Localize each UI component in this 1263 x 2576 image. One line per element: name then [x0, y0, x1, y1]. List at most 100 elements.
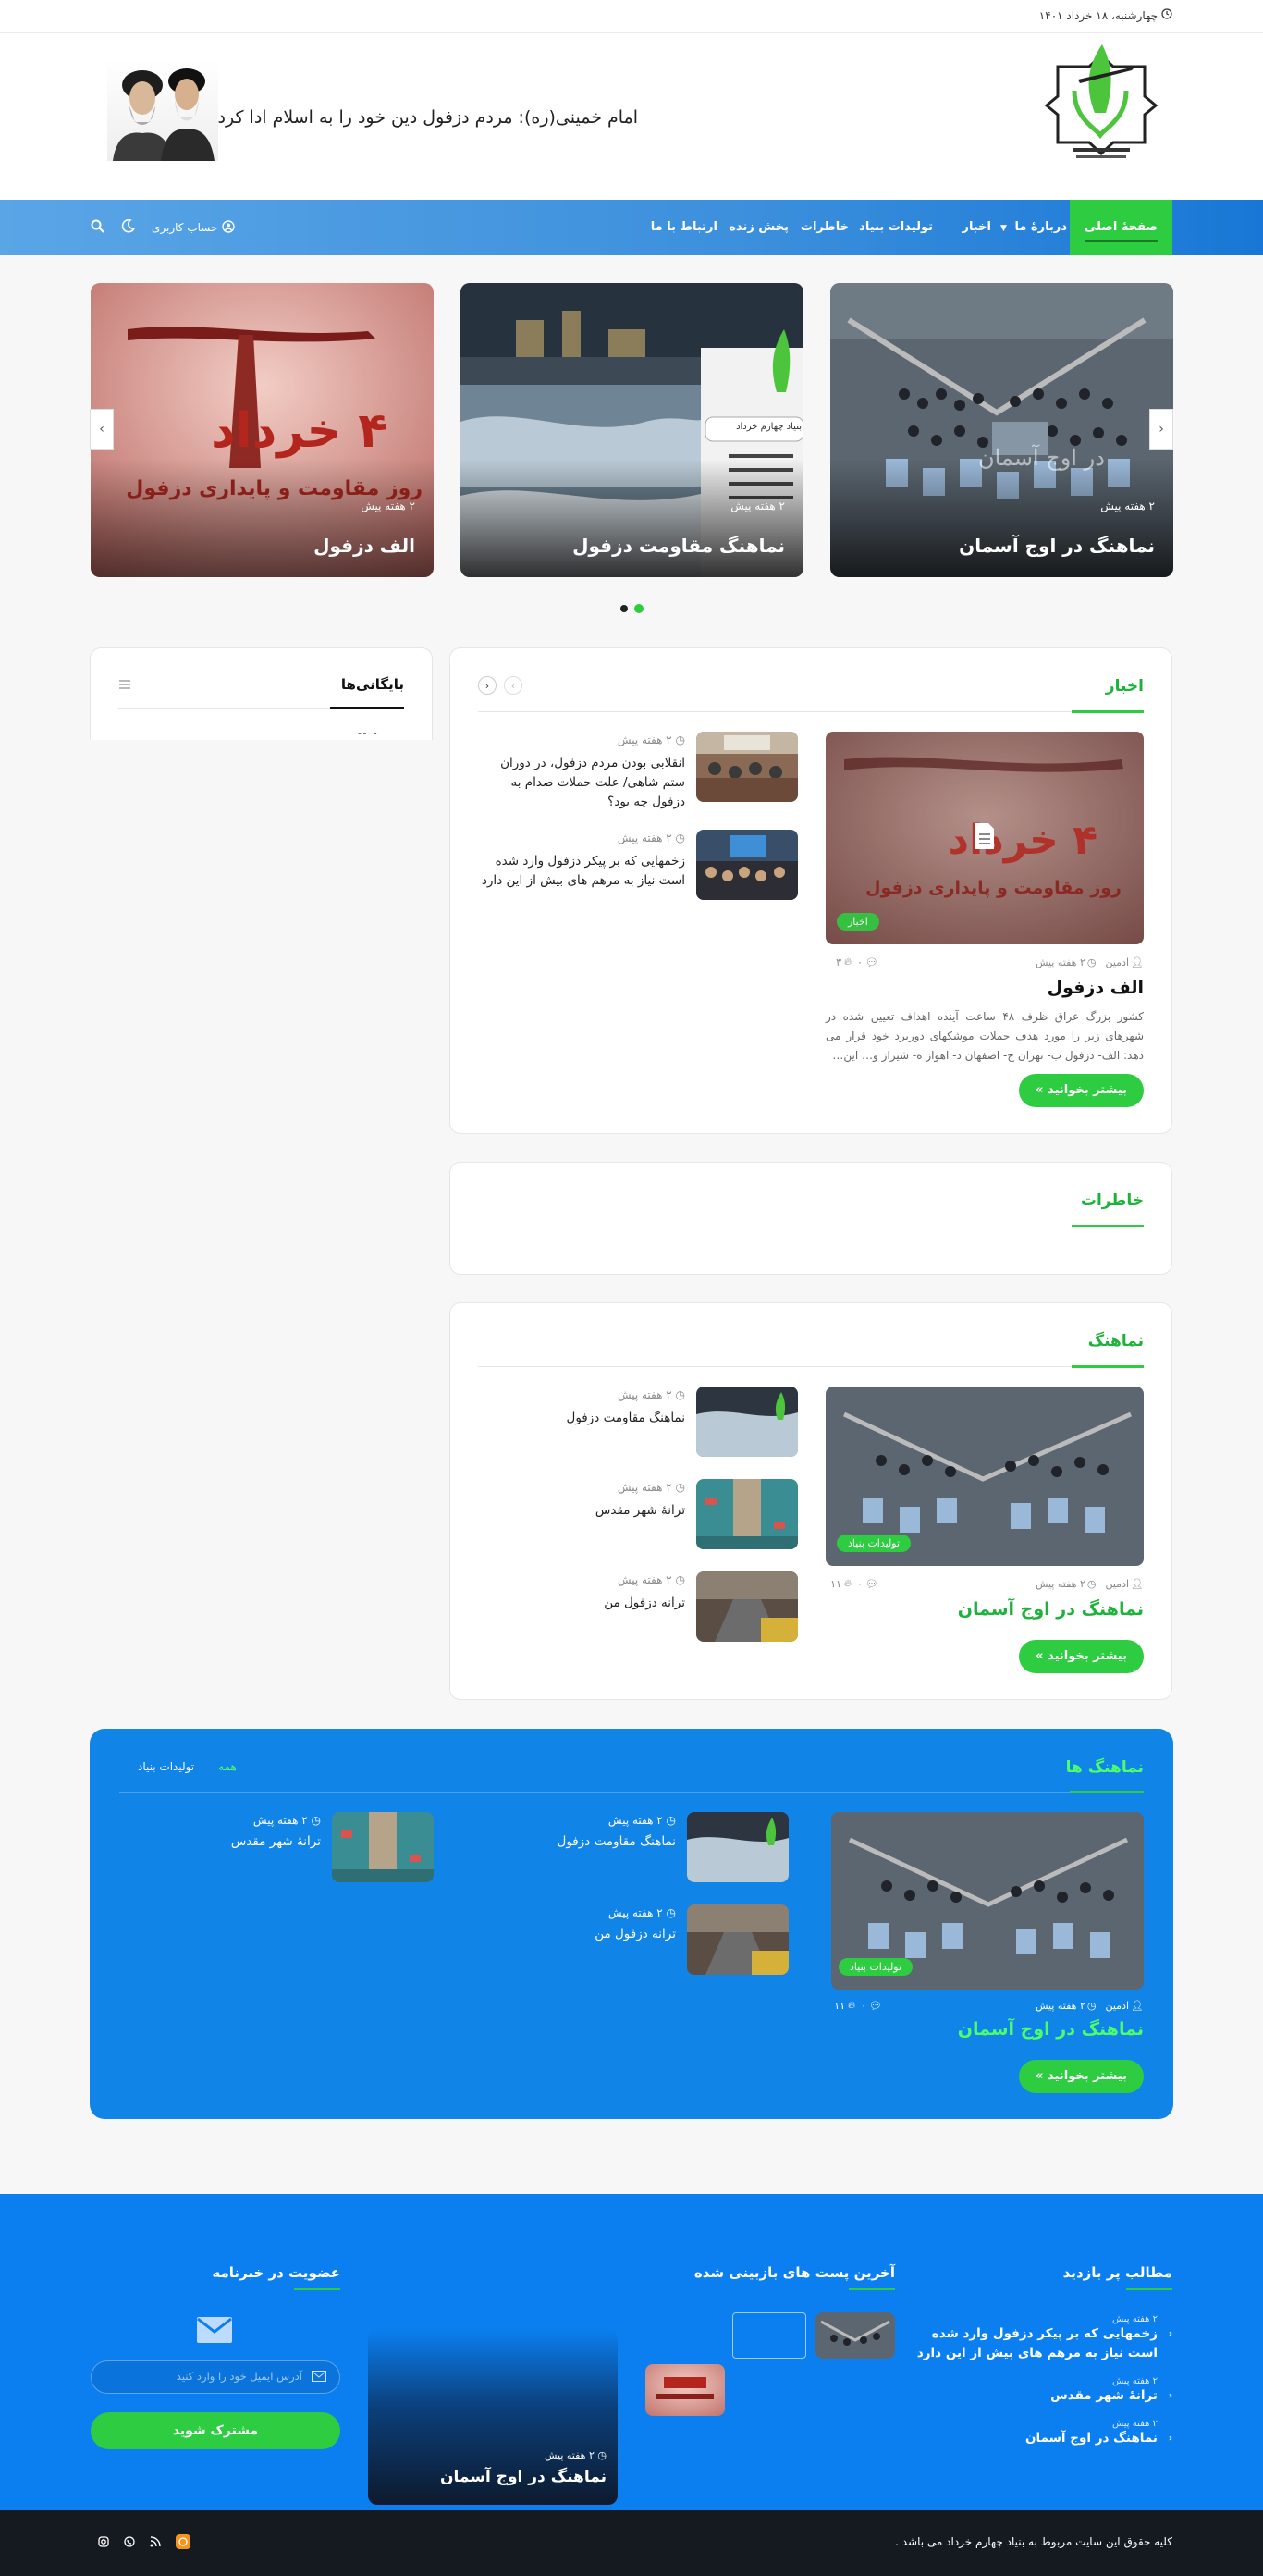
nav-memories[interactable]: خاطرات	[801, 200, 849, 255]
popular-item-3[interactable]: ۲ هفته پیش ‹ نماهنگ در اوج آسمان	[914, 2419, 1172, 2448]
clips-block-main-badge[interactable]: تولیدات بنیاد	[839, 1958, 914, 1976]
popular-item-2[interactable]: ۲ هفته پیش ‹ ترانهٔ شهر مقدس	[914, 2376, 1172, 2406]
dark-mode-icon[interactable]	[121, 218, 136, 237]
telegram-icon[interactable]	[176, 2534, 190, 2553]
site-logo[interactable]	[1041, 39, 1161, 168]
nav-home[interactable]: صفحهٔ اصلی	[1069, 200, 1172, 255]
slide-1[interactable]: در اوج آسمان ۲ هفته پیش نماهنگ در اوج آس…	[830, 283, 1173, 577]
clip-item-1-title[interactable]: نماهنگ مقاومت دزفول	[480, 1409, 685, 1428]
news-item-1-thumb[interactable]	[696, 732, 798, 802]
slide-2[interactable]: بنیاد چهارم خرداد ۲ هفته پیش نماهنگ مقاو…	[460, 283, 803, 577]
popular-item-1[interactable]: ۲ هفته پیش ‹ زخمهایی که بر پیکر دزفول وار…	[914, 2314, 1172, 2363]
clip-main-badge[interactable]: تولیدات بنیاد	[837, 1535, 912, 1552]
slide-2-title[interactable]: نماهنگ مقاومت دزفول	[572, 535, 785, 557]
nav-contact[interactable]: ارتباط با ما	[651, 200, 717, 255]
newsletter-subscribe-button[interactable]: مشترک شوید	[91, 2412, 340, 2449]
news-item-2-thumb[interactable]	[696, 830, 798, 900]
news-item-2-title[interactable]: زخمهایی که بر پیکر دزفول وارد شده است نی…	[480, 852, 685, 891]
clip-title[interactable]: نماهنگ	[1088, 1332, 1144, 1350]
recent-thumb-2[interactable]	[732, 2312, 806, 2359]
archive-title: بایگانی‌ها	[340, 676, 404, 693]
news-main-title[interactable]: الف دزفول	[1048, 978, 1144, 998]
chevron-right-icon: ›	[1159, 422, 1164, 437]
whatsapp-icon[interactable]	[124, 2536, 135, 2551]
clips-block-item-1-thumb[interactable]	[687, 1812, 789, 1882]
clips-block-main-image[interactable]: تولیدات بنیاد	[831, 1812, 1144, 1990]
chevron-left-icon: ‹	[1168, 2434, 1172, 2444]
news-main-image[interactable]: ۴ خرداد روز مقاومت و پایداری دزفول اخبار	[826, 732, 1144, 944]
nav-live[interactable]: پخش زنده	[729, 200, 789, 255]
clip-main-likes: ۱۱	[830, 1577, 841, 1590]
news-title[interactable]: اخبار	[1106, 677, 1144, 696]
tab-products[interactable]: تولیدات بنیاد	[138, 1760, 194, 1773]
clip-item-3-title[interactable]: ترانه دزفول من	[480, 1594, 685, 1613]
clips-block-item-3-thumb[interactable]	[332, 1812, 434, 1882]
slide-3-title[interactable]: الف دزفول	[313, 535, 415, 557]
clips-block-more-button[interactable]: بیشتر بخوانید »	[1019, 2060, 1144, 2093]
featured-card[interactable]: ◷ ۲ هفته پیش نماهنگ در اوج آسمان	[368, 2329, 618, 2505]
recent-thumb-3[interactable]	[645, 2364, 725, 2416]
clip-item-2-title[interactable]: ترانهٔ شهر مقدس	[480, 1501, 685, 1521]
news-item-1-title[interactable]: انقلابی بودن مردم دزفول، در دوران ستم شا…	[480, 754, 685, 812]
clip-more-button[interactable]: بیشتر بخوانید »	[1019, 1640, 1144, 1673]
nav-products[interactable]: تولیدات بنیاد	[859, 200, 933, 255]
rss-icon[interactable]	[150, 2536, 161, 2551]
clip-main-image[interactable]: تولیدات بنیاد	[826, 1387, 1144, 1566]
fire-icon: 🔥︎	[848, 1999, 856, 2011]
instagram-icon[interactable]	[98, 2536, 109, 2551]
clock-icon: ◷	[307, 1814, 321, 1827]
news-main-badge[interactable]: اخبار	[837, 913, 879, 931]
memories-title[interactable]: خاطرات	[1081, 1191, 1144, 1210]
clips-block-item-2-thumb[interactable]	[687, 1904, 789, 1975]
nav-news[interactable]: اخبار	[963, 200, 992, 255]
account-link[interactable]: حساب کاربری	[152, 219, 236, 236]
slide-3[interactable]: ۴ خرداد روز مقاومت و پایداری دزفول ۲ هفت…	[91, 283, 434, 577]
featured-time: ◷ ۲ هفته پیش	[545, 2449, 607, 2461]
news-more-button[interactable]: بیشتر بخوانید »	[1019, 1074, 1144, 1107]
chevron-left-icon: ‹	[1168, 2391, 1172, 2401]
slider-prev-button[interactable]: ‹	[90, 409, 114, 450]
slide-2-time: ۲ هفته پیش	[730, 499, 785, 512]
clips-block-item-1-time: ◷ ۲ هفته پیش	[608, 1814, 676, 1827]
pager-next-button[interactable]: ‹	[504, 676, 522, 695]
clips-block-main-likes: ۱۱	[834, 1999, 845, 2012]
popular-item-1-title-text: زخمهایی که بر پیکر دزفول وارد شده است نی…	[916, 2326, 1158, 2360]
footer: مطالب پر بازدید ۲ هفته پیش ‹ زخمهایی که ب…	[0, 2194, 1263, 2510]
slider-dot[interactable]	[620, 605, 628, 612]
clips-block-item-3-title[interactable]: ترانهٔ شهر مقدس	[191, 1832, 321, 1852]
popular-item-3-time: ۲ هفته پیش	[1112, 2419, 1158, 2429]
clip-main-title[interactable]: نماهنگ در اوج آسمان	[958, 1599, 1144, 1620]
account-label: حساب کاربری	[152, 221, 218, 234]
search-icon[interactable]	[91, 219, 104, 237]
nav-about[interactable]: دربارهٔ ما ▼	[1000, 200, 1067, 255]
slider-dot-active[interactable]	[634, 604, 644, 613]
clips-block: نماهنگ ها همه تولیدات بنیاد تولیدات بنیا…	[90, 1729, 1173, 2119]
clips-block-item-2-title[interactable]: ترانه دزفول من	[491, 1925, 676, 1944]
news-item-1-time: ◷ ۲ هفته پیش	[618, 733, 685, 746]
clips-block-title[interactable]: نماهنگ ها	[1066, 1758, 1144, 1777]
clock-icon: ◷	[1086, 955, 1097, 968]
clips-block-main-title[interactable]: نماهنگ در اوج آسمان	[958, 2019, 1144, 2040]
featured-title[interactable]: نماهنگ در اوج آسمان	[440, 2468, 607, 2486]
tab-all[interactable]: همه	[218, 1760, 237, 1773]
comment-icon: 💬︎	[865, 955, 878, 968]
fire-icon: 🔥︎	[844, 955, 852, 968]
clips-block-item-1-time-text: ۲ هفته پیش	[607, 1814, 663, 1827]
clip-item-2-thumb[interactable]	[696, 1479, 798, 1549]
news-main-author[interactable]: ادمین	[1105, 956, 1129, 968]
clip-main-meta: 👤︎ ادمین ◷ ۲ هفته پیش 💬︎ ۰ 🔥︎ ۱۱	[830, 1577, 1144, 1590]
clips-block-item-1-title[interactable]: نماهنگ مقاومت دزفول	[491, 1832, 676, 1852]
slider-next-button[interactable]: ›	[1149, 409, 1173, 450]
clips-block-item-2-time: ◷ ۲ هفته پیش	[608, 1906, 676, 1919]
clip-main-author[interactable]: ادمین	[1105, 1578, 1129, 1590]
recent-thumb-1[interactable]	[815, 2312, 895, 2359]
clip-item-1-thumb[interactable]	[696, 1387, 798, 1457]
slide-1-title[interactable]: نماهنگ در اوج آسمان	[959, 535, 1155, 557]
clip-item-2-time-text: ۲ هفته پیش	[617, 1481, 672, 1494]
pager-prev-button[interactable]: ›	[478, 676, 497, 695]
clips-block-main-author[interactable]: ادمین	[1105, 2000, 1129, 2012]
newsletter-email-field[interactable]: آدرس ایمیل خود را وارد کنید	[91, 2360, 340, 2394]
clip-main-comments: ۰	[857, 1577, 863, 1590]
clip-item-3-thumb[interactable]	[696, 1571, 798, 1642]
user-icon: 👤︎	[1131, 955, 1144, 968]
